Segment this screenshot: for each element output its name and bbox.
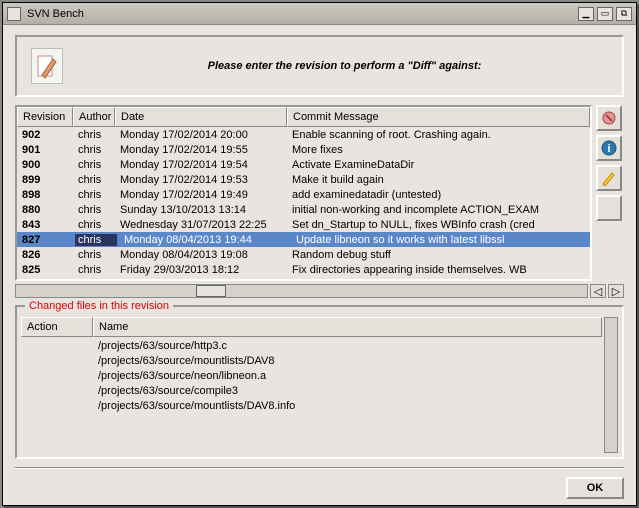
cell-author: chris [73,144,115,156]
cell-msg: initial non-working and incomplete ACTIO… [287,204,590,216]
file-row[interactable]: /projects/63/source/mountlists/DAV8.info [21,398,602,413]
cell-author: chris [73,159,115,171]
cell-rev: 843 [17,219,73,231]
cancel-icon[interactable] [596,105,622,131]
cell-date: Monday 17/02/2014 19:54 [115,159,287,171]
file-row[interactable]: /projects/63/source/http3.c [21,338,602,353]
cell-date: Monday 08/04/2013 19:44 [119,234,291,246]
col-name[interactable]: Name [93,317,602,337]
edit-icon[interactable] [596,165,622,191]
cell-msg: Set dn_Startup to NULL, fixes WBInfo cra… [287,219,590,231]
col-date[interactable]: Date [115,107,287,127]
h-scrollbar[interactable]: ◁ ▷ [15,283,624,299]
scroll-right-icon[interactable]: ▷ [608,284,624,298]
table-row[interactable]: 827chrisMonday 08/04/2013 19:44Update li… [17,232,590,247]
cell-author: chris [73,249,115,261]
cell-msg: Activate ExamineDataDir [287,159,590,171]
table-row[interactable]: 843chrisWednesday 31/07/2013 22:25Set dn… [17,217,590,232]
instruction-panel: Please enter the revision to perform a "… [15,35,624,97]
cell-rev: 880 [17,204,73,216]
changed-files-legend: Changed files in this revision [25,300,173,312]
cell-author: chris [73,174,115,186]
svg-text:i: i [607,143,610,155]
ok-button[interactable]: OK [566,477,624,499]
titlebar[interactable]: SVN Bench ▁ ▭ ⧉ [3,3,636,25]
cell-date: Monday 17/02/2014 19:53 [115,174,287,186]
blank-button[interactable] [596,195,622,221]
table-row[interactable]: 899chrisMonday 17/02/2014 19:53Make it b… [17,172,590,187]
cell-author: chris [73,219,115,231]
zoom-icon[interactable]: ▭ [597,7,613,21]
cell-date: Sunday 13/10/2013 13:14 [115,204,287,216]
cell-date: Monday 17/02/2014 20:00 [115,129,287,141]
table-row[interactable]: 880chrisSunday 13/10/2013 13:14initial n… [17,202,590,217]
table-row[interactable]: 825chrisFriday 29/03/2013 18:12Fix direc… [17,262,590,277]
scroll-thumb[interactable] [196,285,226,297]
cell-filename: /projects/63/source/mountlists/DAV8 [93,355,602,367]
table-row[interactable]: 900chrisMonday 17/02/2014 19:54Activate … [17,157,590,172]
cell-msg: Random debug stuff [287,249,590,261]
file-row[interactable]: /projects/63/source/neon/libneon.a [21,368,602,383]
revision-table: Revision Author Date Commit Message 902c… [15,105,592,281]
file-row[interactable]: /projects/63/source/compile3 [21,383,602,398]
separator [15,467,624,469]
table-row[interactable]: 901chrisMonday 17/02/2014 19:55More fixe… [17,142,590,157]
cell-rev: 826 [17,249,73,261]
side-toolbar: i [596,105,624,281]
col-action[interactable]: Action [21,317,93,337]
system-menu-icon[interactable] [7,7,21,21]
cell-msg: Make it build again [287,174,590,186]
depth-icon[interactable]: ⧉ [616,7,632,21]
scroll-track[interactable] [15,284,588,298]
cell-filename: /projects/63/source/mountlists/DAV8.info [93,400,602,412]
col-message[interactable]: Commit Message [287,107,590,127]
cell-rev: 827 [17,234,73,246]
cell-msg: Fix directories appearing inside themsel… [287,264,590,276]
instruction-text: Please enter the revision to perform a "… [81,60,608,72]
cell-date: Monday 17/02/2014 19:55 [115,144,287,156]
cell-rev: 898 [17,189,73,201]
col-author[interactable]: Author [73,107,115,127]
cell-msg: More fixes [287,144,590,156]
cell-filename: /projects/63/source/compile3 [93,385,602,397]
cell-filename: /projects/63/source/http3.c [93,340,602,352]
cell-rev: 825 [17,264,73,276]
cell-msg: Update libneon so it works with latest l… [291,234,590,246]
cell-date: Friday 29/03/2013 18:12 [115,264,287,276]
cell-author: chris [73,204,115,216]
window: SVN Bench ▁ ▭ ⧉ Please enter the revisio… [2,2,637,506]
iconify-icon[interactable]: ▁ [578,7,594,21]
cell-filename: /projects/63/source/neon/libneon.a [93,370,602,382]
table-row[interactable]: 902chrisMonday 17/02/2014 20:00Enable sc… [17,127,590,142]
files-v-scrollbar[interactable] [604,317,618,453]
cell-rev: 899 [17,174,73,186]
cell-rev: 902 [17,129,73,141]
col-revision[interactable]: Revision [17,107,73,127]
cell-date: Monday 08/04/2013 19:08 [115,249,287,261]
scroll-left-icon[interactable]: ◁ [590,284,606,298]
cell-msg: Enable scanning of root. Crashing again. [287,129,590,141]
window-title: SVN Bench [27,8,578,20]
cell-date: Monday 17/02/2014 19:49 [115,189,287,201]
pencil-note-icon [31,48,63,84]
table-row[interactable]: 826chrisMonday 08/04/2013 19:08Random de… [17,247,590,262]
cell-author: chris [73,129,115,141]
info-icon[interactable]: i [596,135,622,161]
cell-rev: 901 [17,144,73,156]
table-row[interactable]: 898chrisMonday 17/02/2014 19:49add exami… [17,187,590,202]
cell-date: Wednesday 31/07/2013 22:25 [115,219,287,231]
cell-author: chris [73,189,115,201]
file-row[interactable]: /projects/63/source/mountlists/DAV8 [21,353,602,368]
cell-rev: 900 [17,159,73,171]
cell-author: chris [73,264,115,276]
cell-msg: add examinedatadir (untested) [287,189,590,201]
changed-files-panel: Changed files in this revision Action Na… [15,305,624,459]
cell-author: chris [75,234,117,246]
